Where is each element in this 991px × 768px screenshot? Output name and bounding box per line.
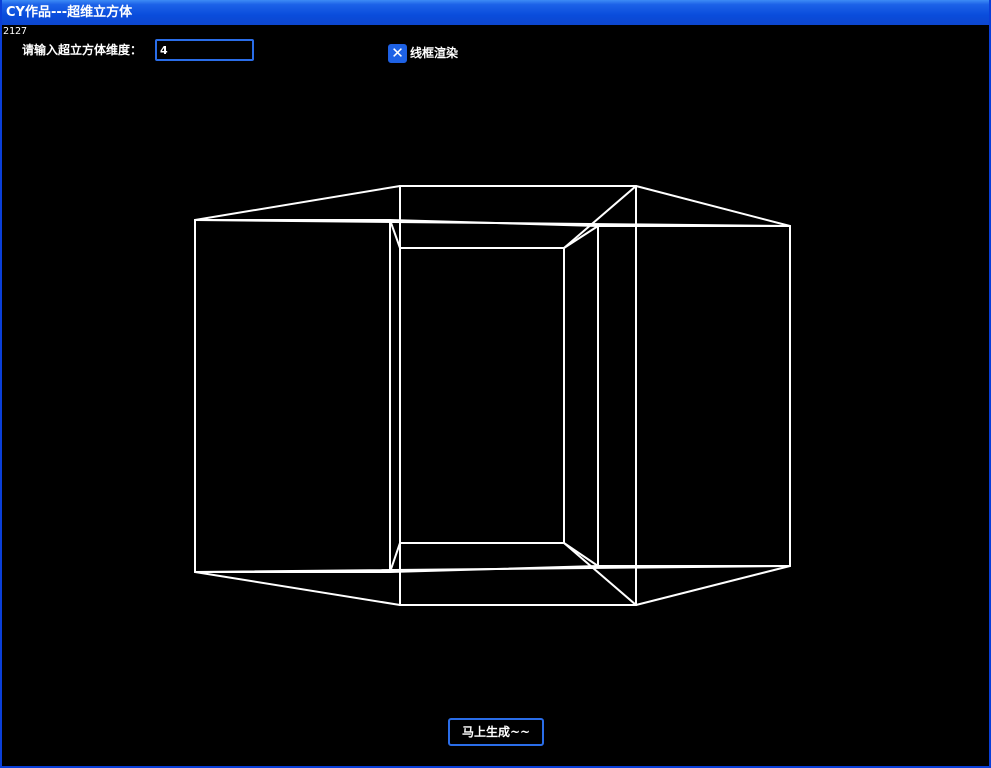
hypercube-edge	[563, 225, 599, 249]
hypercube-edge	[194, 571, 401, 606]
hypercube-edge	[563, 542, 599, 567]
hypercube-edge	[635, 185, 791, 227]
hypercube-edge	[389, 542, 401, 573]
hypercube-edge	[563, 542, 637, 606]
app-window: CY作品---超维立方体 2127 请输入超立方体维度： ✕ 线框渲染 马上生成…	[0, 0, 991, 768]
generate-button[interactable]: 马上生成~~	[448, 718, 544, 746]
hypercube-canvas	[194, 185, 791, 606]
hypercube-edge	[635, 565, 791, 606]
hypercube-wireframe	[194, 185, 791, 606]
hypercube-edge	[389, 219, 401, 249]
hypercube-edge	[194, 185, 401, 221]
hypercube-edge	[563, 185, 637, 249]
